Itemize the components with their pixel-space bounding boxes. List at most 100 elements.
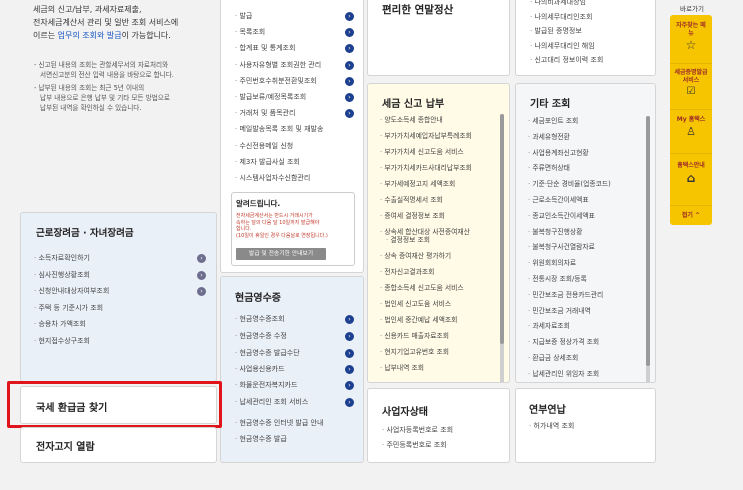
other-inquiry-item[interactable]: 전통시장 조회/등록 <box>528 275 586 284</box>
issue-menu-item[interactable]: 메일발송목록 조회 및 재발송 <box>235 125 323 134</box>
quick-faq[interactable]: 자주찾는 메뉴 ☆ <box>670 15 712 63</box>
chevron-right-icon[interactable]: › <box>345 44 354 54</box>
cash-receipt-item[interactable]: 사업용신용카드 <box>235 365 284 374</box>
chevron-right-icon[interactable]: › <box>345 332 354 341</box>
tax-report-item[interactable]: 법인세 중간예납 세액조회 <box>380 316 457 325</box>
other-inquiry-item[interactable]: 환급금 상세조회 <box>528 354 578 363</box>
tax-report-item[interactable]: 상속 증여재산 평가하기 <box>380 252 451 261</box>
other-inquiry-item[interactable]: 과세자료조회 <box>528 322 570 331</box>
tax-report-item[interactable]: 신용카드 매출자료조회 <box>380 332 449 341</box>
cash-receipt-item[interactable]: 현금영수증 인터넷 발급 안내 <box>235 419 323 428</box>
other-top-item[interactable]: 나의비과세대상임 <box>530 0 586 7</box>
chevron-right-icon[interactable]: › <box>345 28 354 38</box>
installment-item[interactable]: 허가내역 조회 <box>529 422 574 431</box>
chevron-right-icon[interactable]: › <box>197 270 206 280</box>
labor-item[interactable]: 승용차 가액조회 <box>34 320 85 329</box>
tax-report-item[interactable]: 결정정보 조회 <box>386 236 430 245</box>
other-inquiry-item[interactable]: 납세관리인 위임자 조회 <box>528 370 599 379</box>
chevron-right-icon[interactable]: › <box>345 315 354 324</box>
other-inquiry-scrollbar[interactable] <box>646 116 650 382</box>
tax-report-item[interactable]: 부가가치세카드사대리납부조회 <box>380 164 472 173</box>
other-inquiry-item[interactable]: 주류면허상태 <box>528 164 570 173</box>
quick-certificate[interactable]: 세금증명발급 서비스 ☑ <box>670 63 712 109</box>
cash-receipt-item[interactable]: 현금영수증 발급 <box>235 435 286 444</box>
issue-menu-item[interactable]: 합계표 및 통계조회 <box>235 44 295 53</box>
issue-menu-item[interactable]: 제3자 발급사실 조회 <box>235 158 299 167</box>
chevron-right-icon[interactable]: › <box>345 365 354 374</box>
other-inquiry-item[interactable]: 불복청구사건열람자료 <box>528 243 595 252</box>
e-notice-title[interactable]: 전자고지 열람 <box>36 438 95 453</box>
chevron-right-icon[interactable]: › <box>345 60 354 70</box>
cash-receipt-item[interactable]: 납세관리인 조회 서비스 <box>235 398 308 407</box>
business-status-item[interactable]: 사업자등록번호로 조회 <box>382 426 453 435</box>
labor-item[interactable]: 소득자료확인하기 <box>34 254 90 263</box>
issue-menu-item[interactable]: 사용자유형별 조회권한 관리 <box>235 61 321 70</box>
tax-report-scrollbar[interactable] <box>500 114 504 382</box>
tax-report-item[interactable]: 부가세예정고지 세액조회 <box>380 180 455 189</box>
other-inquiry-item[interactable]: 기준·단순 경비율(업종코드) <box>528 180 610 189</box>
deadline-guide-button[interactable]: 발급 및 전송기한 안내보기 <box>236 248 326 260</box>
labor-item[interactable]: 주택 등 기준시가 조회 <box>34 304 103 313</box>
other-inquiry-item[interactable]: 종교인소득간이세액표 <box>528 212 595 221</box>
issue-menu-item[interactable]: 거래처 및 품목관리 <box>235 109 295 118</box>
business-status-item[interactable]: 주민등록번호로 조회 <box>382 441 446 450</box>
chevron-right-icon[interactable]: › <box>197 254 206 263</box>
chevron-right-icon[interactable]: › <box>345 12 354 21</box>
other-inquiry-scroll-thumb[interactable] <box>646 116 650 366</box>
other-inquiry-item[interactable]: 지급보증 정상가격 조회 <box>528 338 599 347</box>
intro-text: 세금의 신고/납부, 과세자료제출, 전자세금계산서 관리 및 일반 조회 서비… <box>33 3 178 42</box>
other-inquiry-item[interactable]: 과세유형전환 <box>528 133 570 142</box>
other-inquiry-item[interactable]: 근로소득간이세액표 <box>528 196 588 205</box>
quick-my-hometax[interactable]: My 홈택스 ♙ <box>670 109 712 153</box>
chevron-right-icon[interactable]: › <box>345 93 354 102</box>
other-inquiry-item[interactable]: 사업용계좌신고현황 <box>528 149 588 158</box>
e-notice-panel[interactable]: 전자고지 열람 <box>20 427 217 463</box>
issue-menu-item[interactable]: 발급 <box>235 12 252 21</box>
quick-hometax-guide[interactable]: 홈택스안내 ⌂ <box>670 153 712 205</box>
tax-report-item[interactable]: 현지기업고유번호 조회 <box>380 348 449 357</box>
other-inquiry-item[interactable]: 세금포인트 조회 <box>528 117 578 126</box>
tax-report-item[interactable]: 부가가치세 신고도움 서비스 <box>380 148 463 157</box>
issue-menu-item[interactable]: 발급보류/예정목록조회 <box>235 93 306 102</box>
other-top-item[interactable]: 나의세무대리인 해임 <box>530 42 594 51</box>
tax-report-scroll-thumb[interactable] <box>500 114 504 344</box>
tax-report-item[interactable]: 법인세 신고도움 서비스 <box>380 300 451 309</box>
chevron-right-icon[interactable]: › <box>345 381 354 390</box>
other-inquiry-item[interactable]: 민간보조금 거래내역 <box>528 307 590 316</box>
other-top-item[interactable]: 발급된 증명정보 <box>530 27 581 36</box>
year-end-title[interactable]: 편리한 연말정산 <box>382 2 453 17</box>
tax-report-item[interactable]: 수출실적명세서 조회 <box>380 196 442 205</box>
tax-report-item[interactable]: 납부내역 조회 <box>380 364 424 373</box>
tax-report-item[interactable]: 양도소득세 종합안내 <box>380 116 442 125</box>
other-inquiry-item[interactable]: 위원회회의자료 <box>528 259 576 268</box>
cash-receipt-item[interactable]: 현금영수증 수정 <box>235 332 286 341</box>
chevron-right-icon[interactable]: › <box>345 109 354 119</box>
issue-menu-item[interactable]: 수신전용메일 신청 <box>235 142 293 151</box>
chevron-right-icon[interactable]: › <box>345 76 354 86</box>
other-top-item[interactable]: 나의세무대리인조회 <box>530 13 592 22</box>
tax-report-item[interactable]: 종합소득세 신고도움 서비스 <box>380 284 463 293</box>
notice-line4: (10일이 휴일인 경우 다음날로 연장됩니다.) <box>236 232 328 239</box>
other-inquiry-item[interactable]: 불복청구진행상황 <box>528 228 582 237</box>
intro-link[interactable]: 업무의 조회와 발급 <box>58 31 122 40</box>
cash-receipt-item[interactable]: 현금영수증조회 <box>235 315 284 324</box>
other-inquiry-item[interactable]: 민간보조금 전용카드관리 <box>528 291 603 300</box>
cash-receipt-item[interactable]: 현금영수증 발급수단 <box>235 349 299 358</box>
quick-collapse-button[interactable]: 접기 ^ <box>670 205 712 225</box>
chevron-right-icon[interactable]: › <box>345 349 354 358</box>
labor-item[interactable]: 신청안내대상자여부조회 <box>34 287 109 296</box>
chevron-right-icon[interactable]: › <box>197 287 206 296</box>
issue-menu-item[interactable]: 주민번호수취분전환및조회 <box>235 77 316 86</box>
tax-report-item[interactable]: 증여세 결정정보 조회 <box>380 212 445 221</box>
cash-receipt-item[interactable]: 화물운전자복지카드 <box>235 381 297 390</box>
tax-report-item[interactable]: 부가가치세예입자납부특례조회 <box>380 132 472 141</box>
labor-item[interactable]: 현지접수상구조회 <box>34 337 90 346</box>
issue-menu-item[interactable]: 목록조회 <box>235 28 265 37</box>
chevron-right-icon[interactable]: › <box>345 398 354 407</box>
tax-report-item[interactable]: 전자신고결과조회 <box>380 268 434 277</box>
issue-menu-item[interactable]: 시스템사업자수신함관리 <box>235 174 310 183</box>
year-end-panel: 편리한 연말정산 <box>367 0 510 76</box>
labor-item[interactable]: 심사진행상황조회 <box>34 271 90 280</box>
note2-line1: - 납부된 내용의 조회는 최근 5년 이내의 <box>34 84 145 92</box>
other-top-item[interactable]: 신고대리 정보이력 조회 <box>530 56 603 65</box>
